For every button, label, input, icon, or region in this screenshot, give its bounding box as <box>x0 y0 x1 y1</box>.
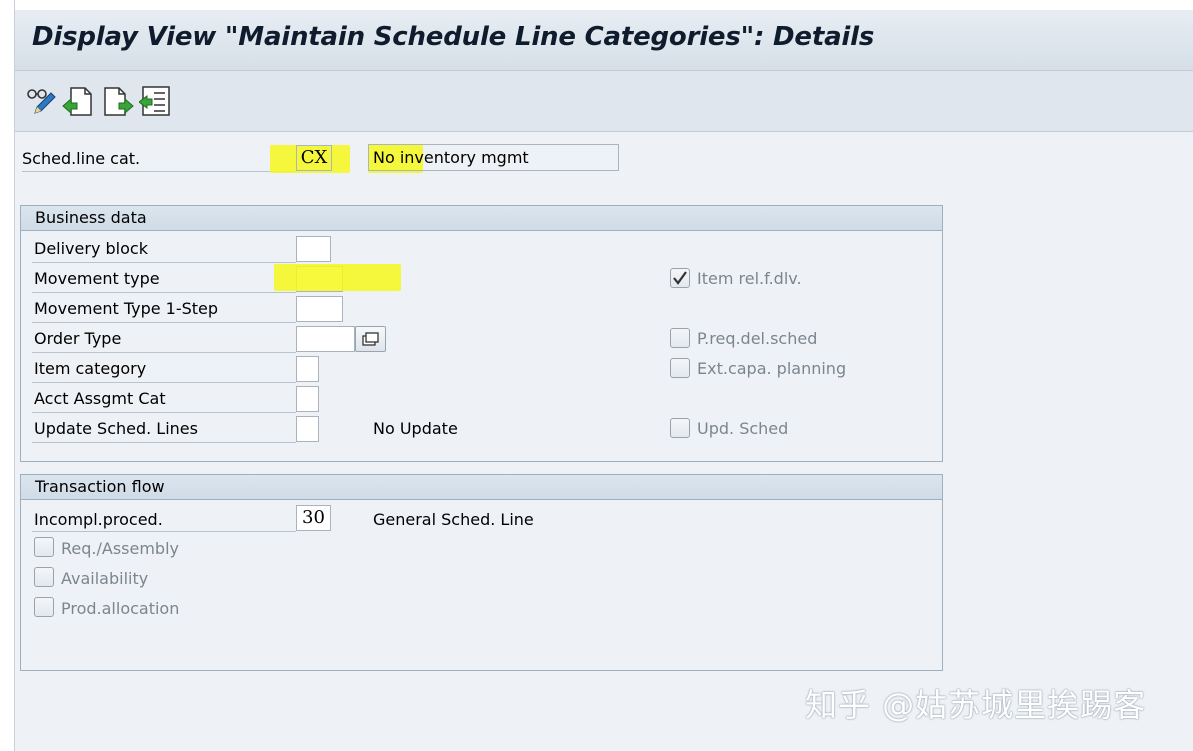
page-title: Display View "Maintain Schedule Line Cat… <box>32 22 875 52</box>
item-rel-dlv-checkbox[interactable] <box>670 268 690 288</box>
availability-label: Availability <box>61 569 149 588</box>
req-assembly-label: Req./Assembly <box>61 539 179 558</box>
sched-line-cat-field[interactable]: CX <box>296 145 332 171</box>
value-help-icon <box>362 332 379 346</box>
update-sched-lines-text: No Update <box>373 419 458 438</box>
display-change-icon[interactable] <box>25 85 57 117</box>
availability-checkbox[interactable] <box>34 567 54 587</box>
movement-type-1step-label: Movement Type 1-Step <box>34 299 219 318</box>
row-divider <box>32 322 296 323</box>
row-divider <box>32 352 296 353</box>
transaction-flow-title: Transaction flow <box>35 477 165 496</box>
ext-capa-planning-checkbox[interactable] <box>670 358 690 378</box>
movement-type-label: Movement type <box>34 269 160 288</box>
application-toolbar <box>15 71 1193 132</box>
business-data-title: Business data <box>35 208 147 227</box>
incompl-proced-text: General Sched. Line <box>373 510 534 529</box>
row-divider <box>32 531 296 532</box>
item-category-label: Item category <box>34 359 147 378</box>
next-entry-icon[interactable] <box>103 85 135 117</box>
sched-line-cat-label: Sched.line cat. <box>22 149 141 168</box>
ext-capa-planning-label: Ext.capa. planning <box>697 359 847 378</box>
row-divider <box>32 292 296 293</box>
transaction-flow-header: Transaction flow <box>21 475 942 500</box>
req-assembly-checkbox[interactable] <box>34 537 54 557</box>
preq-del-sched-label: P.req.del.sched <box>697 329 818 348</box>
preq-del-sched-checkbox[interactable] <box>670 328 690 348</box>
order-type-label: Order Type <box>34 329 122 348</box>
upd-sched-checkbox[interactable] <box>670 418 690 438</box>
highlight-marker <box>274 264 401 291</box>
order-type-value-help-button[interactable] <box>355 326 386 352</box>
title-bar: Display View "Maintain Schedule Line Cat… <box>15 10 1193 71</box>
upd-sched-label: Upd. Sched <box>697 419 789 438</box>
watermark-text: 知乎 @姑苏城里挨踢客 <box>805 686 1147 724</box>
checkmark-icon <box>673 271 687 285</box>
incompl-proced-field[interactable]: 30 <box>296 505 331 531</box>
other-entry-icon[interactable] <box>139 85 171 117</box>
business-data-group: Business data Delivery block Movement ty… <box>20 205 943 462</box>
row-divider <box>32 382 296 383</box>
order-type-field[interactable] <box>296 326 355 352</box>
row-divider <box>32 442 296 443</box>
row-divider <box>32 412 296 413</box>
row-divider <box>32 262 296 263</box>
incompl-proced-label: Incompl.proced. <box>34 510 163 529</box>
item-rel-dlv-label: Item rel.f.dlv. <box>697 269 802 288</box>
update-sched-lines-field[interactable] <box>296 416 319 442</box>
main-area: Sched.line cat. CX No inventory mgmt Bus… <box>15 132 1193 751</box>
previous-entry-icon[interactable] <box>61 85 93 117</box>
acct-assgmt-cat-field[interactable] <box>296 386 319 412</box>
transaction-flow-group: Transaction flow Incompl.proced. 30 Gene… <box>20 474 943 671</box>
update-sched-lines-label: Update Sched. Lines <box>34 419 198 438</box>
delivery-block-label: Delivery block <box>34 239 148 258</box>
item-category-field[interactable] <box>296 356 319 382</box>
delivery-block-field[interactable] <box>296 236 331 262</box>
row-divider <box>22 171 297 172</box>
acct-assgmt-cat-label: Acct Assgmt Cat <box>34 389 166 408</box>
movement-type-1step-field[interactable] <box>296 296 343 322</box>
prod-allocation-label: Prod.allocation <box>61 599 180 618</box>
prod-allocation-checkbox[interactable] <box>34 597 54 617</box>
business-data-header: Business data <box>21 206 942 231</box>
sched-line-cat-description: No inventory mgmt <box>368 144 619 171</box>
